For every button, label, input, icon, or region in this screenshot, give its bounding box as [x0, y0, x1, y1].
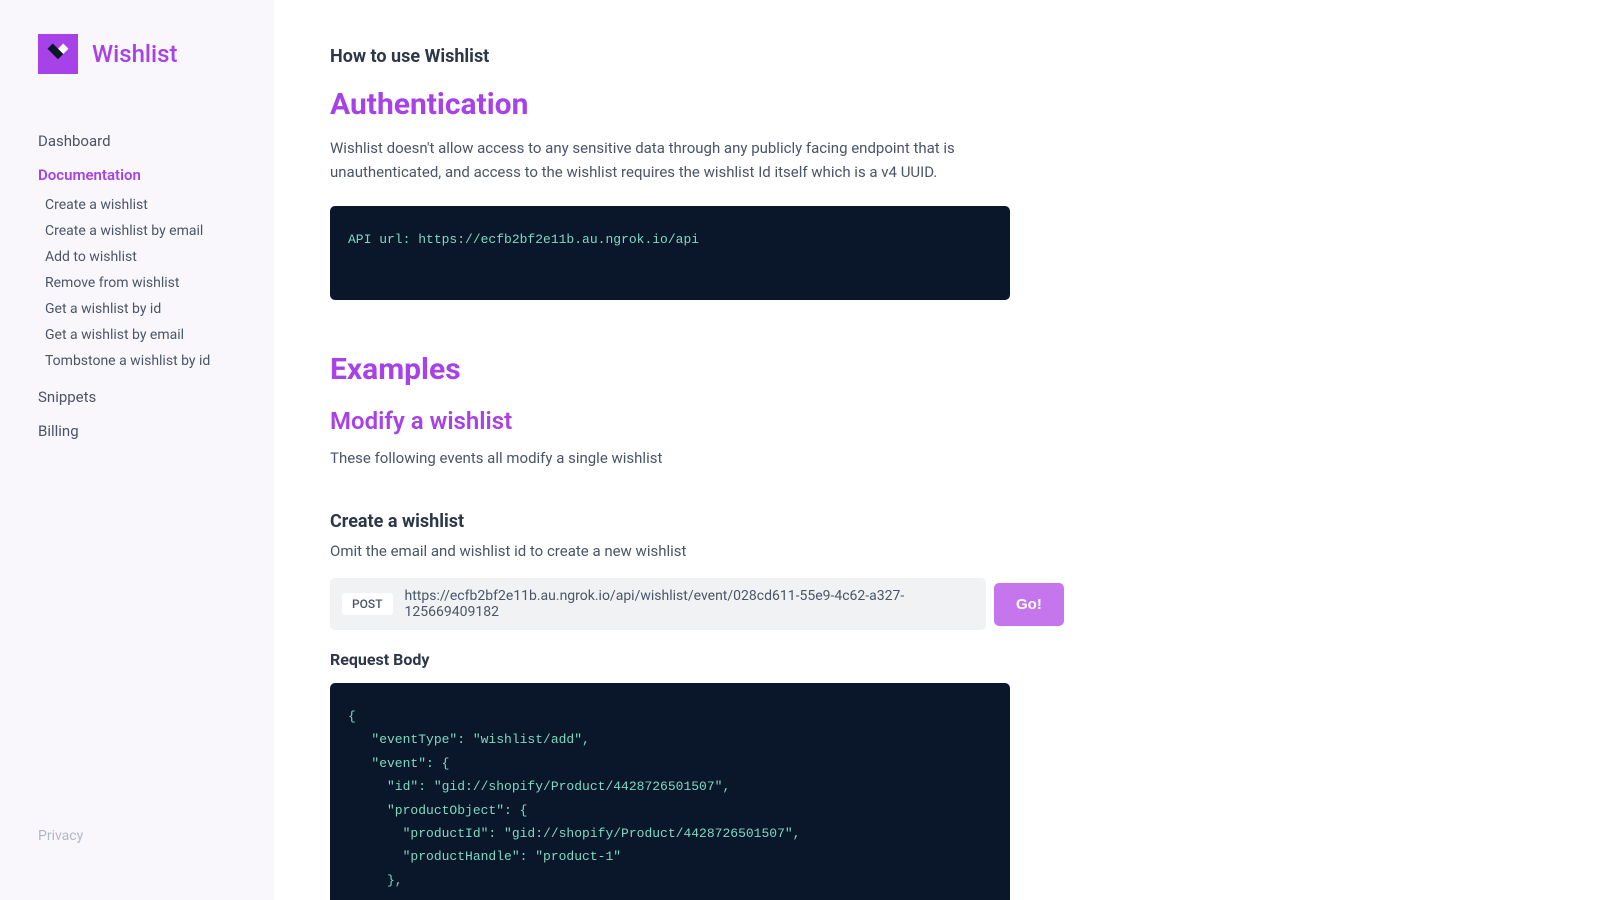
page-title: How to use Wishlist — [330, 46, 1544, 67]
request-body-code: { "eventType": "wishlist/add", "event": … — [330, 683, 1010, 900]
examples-title: Examples — [330, 352, 1544, 387]
nav-dashboard[interactable]: Dashboard — [38, 124, 236, 158]
auth-title: Authentication — [330, 87, 1544, 122]
sidebar: Wishlist Dashboard Documentation Create … — [0, 0, 274, 900]
nav-sub-tombstone-wishlist[interactable]: Tombstone a wishlist by id — [45, 348, 236, 374]
modify-desc: These following events all modify a sing… — [330, 449, 1544, 467]
create-desc: Omit the email and wishlist id to create… — [330, 542, 1544, 560]
auth-desc: Wishlist doesn't allow access to any sen… — [330, 136, 1050, 184]
nav-documentation-sub: Create a wishlist Create a wishlist by e… — [38, 192, 236, 374]
modify-title: Modify a wishlist — [330, 407, 1544, 435]
logo-area: Wishlist — [0, 34, 274, 74]
create-title: Create a wishlist — [330, 511, 1544, 532]
request-url: https://ecfb2bf2e11b.au.ngrok.io/api/wis… — [405, 588, 974, 620]
request-row: POST https://ecfb2bf2e11b.au.ngrok.io/ap… — [330, 578, 1544, 630]
nav-sub-get-wishlist-email[interactable]: Get a wishlist by email — [45, 322, 236, 348]
request-box: POST https://ecfb2bf2e11b.au.ngrok.io/ap… — [330, 578, 986, 630]
method-badge: POST — [342, 593, 393, 615]
request-body-label: Request Body — [330, 650, 1544, 669]
logo-icon — [38, 34, 78, 74]
sidebar-nav: Dashboard Documentation Create a wishlis… — [0, 124, 274, 448]
nav-sub-add-to-wishlist[interactable]: Add to wishlist — [45, 244, 236, 270]
nav-sub-create-wishlist[interactable]: Create a wishlist — [45, 192, 236, 218]
nav-billing[interactable]: Billing — [38, 414, 236, 448]
nav-sub-create-wishlist-email[interactable]: Create a wishlist by email — [45, 218, 236, 244]
nav-sub-remove-from-wishlist[interactable]: Remove from wishlist — [45, 270, 236, 296]
nav-documentation[interactable]: Documentation — [38, 158, 236, 192]
auth-code-block: API url: https://ecfb2bf2e11b.au.ngrok.i… — [330, 206, 1010, 300]
go-button[interactable]: Go! — [994, 583, 1064, 626]
nav-sub-get-wishlist-id[interactable]: Get a wishlist by id — [45, 296, 236, 322]
app-name: Wishlist — [92, 40, 178, 68]
nav-snippets[interactable]: Snippets — [38, 380, 236, 414]
privacy-link[interactable]: Privacy — [38, 828, 83, 844]
main-content: How to use Wishlist Authentication Wishl… — [274, 0, 1600, 900]
